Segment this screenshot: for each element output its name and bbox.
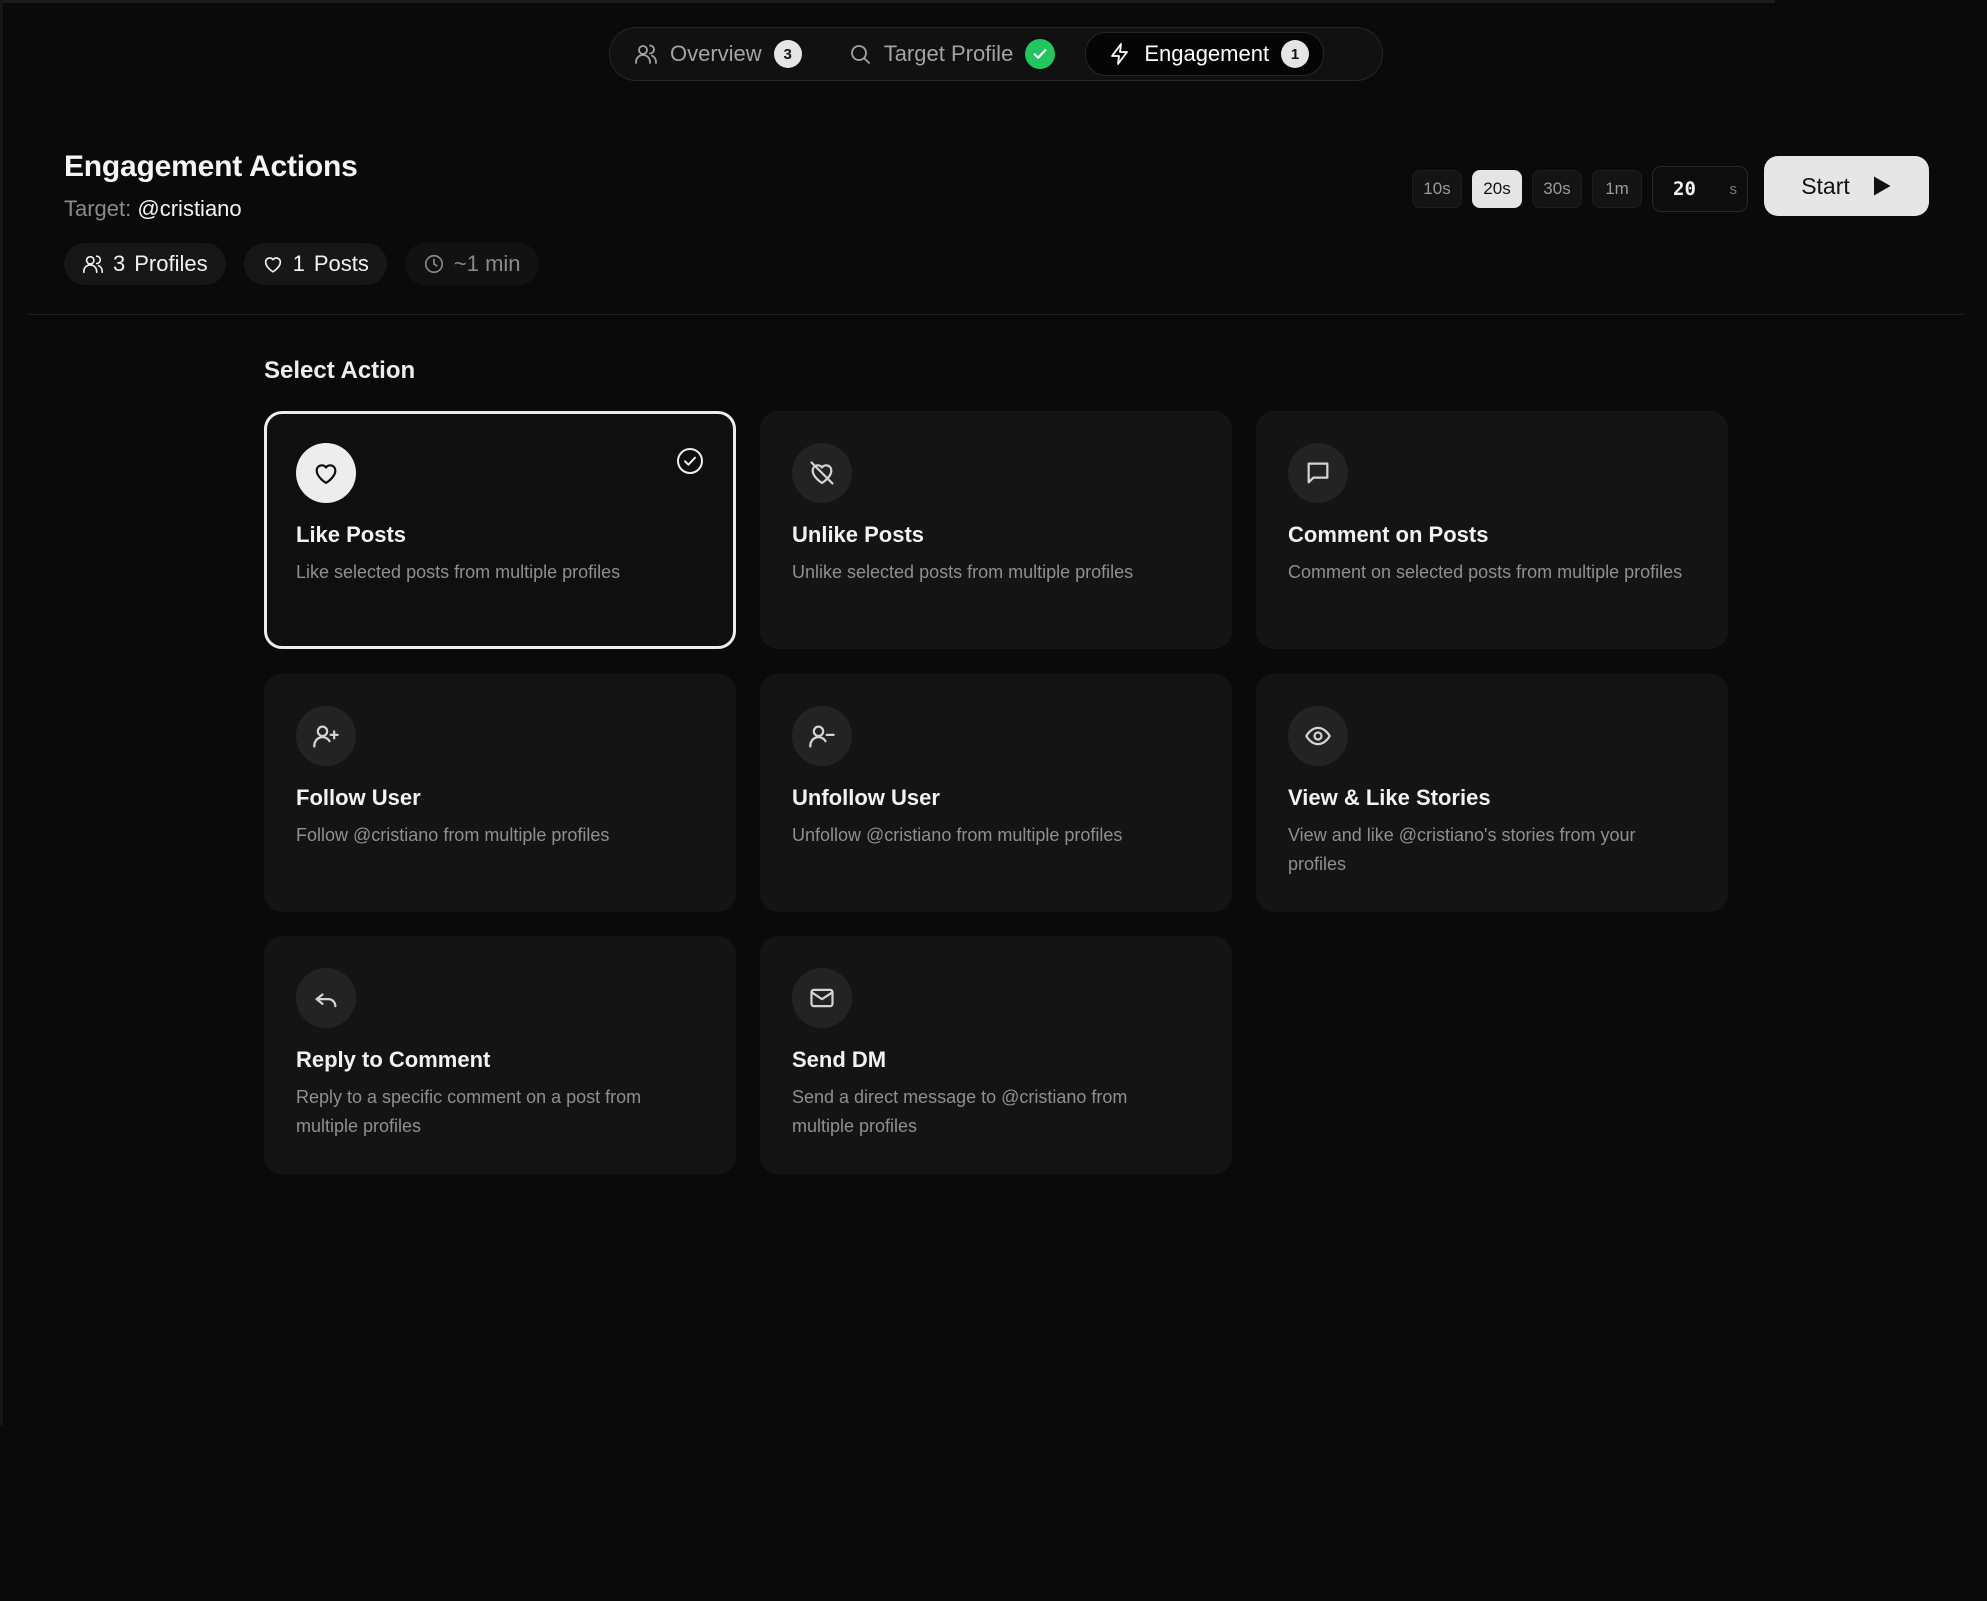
clock-icon [423, 253, 445, 275]
posts-label: Posts [313, 251, 369, 276]
card-title: Follow User [296, 785, 421, 810]
profiles-label: Profiles [134, 251, 208, 276]
card-icon-circle [792, 443, 852, 503]
step-navigation: Overview 3 Target Profile Engagement 1 [609, 27, 1383, 81]
heart-icon [262, 253, 284, 275]
action-card-unlike-posts[interactable]: Unlike Posts Unlike selected posts from … [760, 411, 1232, 649]
page-title: Engagement Actions [64, 150, 358, 183]
action-card-comment-on-posts[interactable]: Comment on Posts Comment on selected pos… [1256, 411, 1728, 649]
action-card-view-like-stories[interactable]: View & Like Stories View and like @crist… [1256, 674, 1728, 912]
step-overview[interactable]: Overview 3 [618, 33, 818, 75]
card-title: Like Posts [296, 522, 407, 547]
step-label: Engagement [1144, 41, 1270, 66]
card-title: Unfollow User [792, 785, 940, 810]
card-title: Send DM [792, 1047, 887, 1072]
action-card-reply-to-comment[interactable]: Reply to Comment Reply to a specific com… [264, 936, 736, 1174]
card-description: Send a direct message to @cristiano from… [792, 1087, 1128, 1136]
delay-unit: s [1729, 180, 1738, 198]
delay-preset-1m[interactable]: 1m [1592, 170, 1642, 208]
card-icon-circle [1288, 443, 1348, 503]
card-title: Reply to Comment [296, 1047, 491, 1072]
section-title: Select Action [264, 357, 416, 384]
estimated-time: ~1 min [453, 251, 521, 276]
target-label: Target: [64, 196, 132, 221]
search-icon [848, 42, 872, 66]
action-card-like-posts[interactable]: Like Posts Like selected posts from mult… [264, 411, 736, 649]
step-target-profile[interactable]: Target Profile [832, 33, 1072, 75]
start-button[interactable]: Start [1764, 156, 1929, 216]
target-line: Target: @cristiano [64, 196, 242, 222]
card-title: Comment on Posts [1288, 522, 1489, 547]
action-card-send-dm[interactable]: Send DM Send a direct message to @cristi… [760, 936, 1232, 1174]
card-description: Unfollow @cristiano from multiple profil… [792, 825, 1123, 845]
target-handle: @cristiano [137, 196, 242, 221]
user-plus-icon [313, 725, 339, 748]
delay-preset-20s[interactable]: 20s [1472, 170, 1522, 208]
action-card-follow-user[interactable]: Follow User Follow @cristiano from multi… [264, 674, 736, 912]
card-description: Like selected posts from multiple profil… [296, 562, 621, 582]
card-description: Reply to a specific comment on a post fr… [296, 1087, 642, 1136]
delay-preset-30s[interactable]: 30s [1532, 170, 1582, 208]
start-label: Start [1801, 172, 1850, 199]
card-icon-circle [792, 706, 852, 766]
eye-icon [1305, 726, 1331, 746]
card-icon-circle [296, 968, 356, 1028]
play-icon [1873, 176, 1891, 196]
profiles-count: 3 [113, 251, 126, 276]
step-label: Overview [670, 41, 762, 66]
heart-off-icon [810, 461, 834, 485]
step-count-badge: 1 [1281, 40, 1310, 68]
card-description: Follow @cristiano from multiple profiles [296, 825, 610, 845]
step-label: Target Profile [883, 41, 1014, 66]
delay-preset-10s[interactable]: 10s [1412, 170, 1462, 208]
posts-count: 1 [292, 251, 305, 276]
users-icon [82, 253, 104, 275]
lightning-icon [1108, 42, 1132, 66]
reply-icon [315, 993, 337, 1008]
check-icon [1033, 49, 1047, 59]
card-description: View and like @cristiano's stories from … [1288, 825, 1636, 874]
action-card-unfollow-user[interactable]: Unfollow User Unfollow @cristiano from m… [760, 674, 1232, 912]
users-icon [634, 42, 658, 66]
delay-custom-input[interactable]: 20 s [1652, 166, 1748, 212]
delay-value: 20 [1673, 178, 1696, 200]
step-complete-badge [1025, 39, 1056, 69]
selected-check-icon [675, 446, 705, 476]
card-icon-circle [792, 968, 852, 1028]
profiles-count-pill: 3 Profiles [64, 243, 226, 285]
card-description: Comment on selected posts from multiple … [1288, 562, 1683, 582]
comment-icon [1307, 462, 1329, 484]
card-description: Unlike selected posts from multiple prof… [792, 562, 1134, 582]
user-minus-icon [809, 725, 835, 748]
card-icon-circle [296, 706, 356, 766]
mail-icon [810, 988, 834, 1008]
card-title: Unlike Posts [792, 522, 925, 547]
card-icon-circle [1288, 706, 1348, 766]
step-count-badge: 3 [773, 40, 802, 68]
step-engagement[interactable]: Engagement 1 [1085, 32, 1325, 76]
card-title: View & Like Stories [1288, 785, 1491, 810]
delay-selector: 10s 20s 30s 1m 20 s [1412, 166, 1748, 212]
card-icon-circle [296, 443, 356, 503]
window-top-edge [0, 0, 1775, 3]
window-left-edge [0, 0, 3, 1425]
stats-pills: 3 Profiles 1 Posts ~1 min [64, 243, 539, 285]
estimated-time-pill: ~1 min [404, 243, 539, 285]
heart-icon [315, 464, 337, 485]
posts-count-pill: 1 Posts [243, 243, 387, 285]
header-divider [28, 314, 1964, 315]
